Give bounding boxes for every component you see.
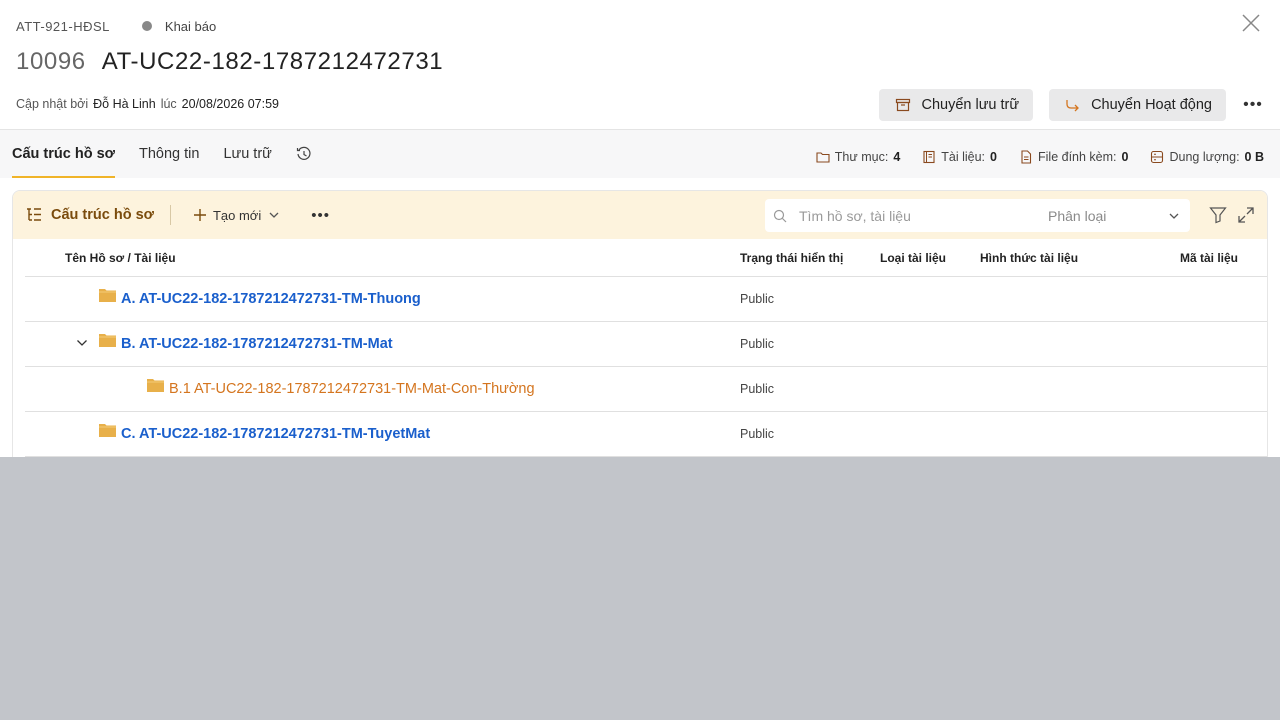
activate-button-label: Chuyển Hoạt động bbox=[1091, 97, 1212, 113]
structure-toolbar: Cấu trúc hồ sơ Tạo mới ••• Phân loại bbox=[13, 191, 1267, 239]
archive-button[interactable]: Chuyển lưu trữ bbox=[879, 89, 1034, 121]
updated-by-label: Cập nhật bởi bbox=[16, 97, 89, 111]
structure-title: Cấu trúc hồ sơ bbox=[25, 206, 154, 224]
close-button[interactable] bbox=[1240, 12, 1262, 34]
update-meta: Cập nhật bởi Đỗ Hà Linh lúc 20/08/2026 0… bbox=[16, 97, 279, 111]
record-name: AT-UC22-182-1787212472731 bbox=[101, 48, 444, 75]
status-text: Khai báo bbox=[164, 18, 217, 34]
col-doc-form[interactable]: Hình thức tài liệu bbox=[980, 251, 1078, 265]
search-input[interactable] bbox=[799, 207, 1029, 224]
tree-list-icon bbox=[27, 208, 41, 221]
toolbar-right bbox=[1209, 206, 1255, 224]
row-status: Public bbox=[740, 427, 775, 441]
record-number: 10096 bbox=[16, 48, 86, 75]
tab-info[interactable]: Thông tin bbox=[139, 130, 199, 178]
archive-box-icon bbox=[896, 98, 911, 112]
row-status: Public bbox=[740, 292, 775, 306]
record-code: ATT-921-HĐSL bbox=[16, 18, 110, 34]
redirect-arrow-icon bbox=[1066, 100, 1079, 112]
col-name[interactable]: Tên Hồ sơ / Tài liệu bbox=[65, 251, 176, 265]
classify-label: Phân loại bbox=[1048, 207, 1107, 224]
chevron-down-icon bbox=[269, 212, 279, 218]
search-box: Phân loại bbox=[765, 199, 1190, 232]
stat-folders-value: 4 bbox=[893, 150, 901, 164]
tab-list: Cấu trúc hồ sơ Thông tin Lưu trữ bbox=[12, 130, 312, 178]
folder-icon bbox=[99, 424, 116, 437]
stat-attachments-label: File đính kèm: bbox=[1038, 150, 1117, 164]
row-name[interactable]: A. AT-UC22-182-1787212472731-TM-Thuong bbox=[99, 277, 421, 321]
search-icon bbox=[773, 209, 787, 222]
stat-capacity: Dung lượng: 0 B bbox=[1150, 150, 1264, 164]
stat-capacity-label: Dung lượng: bbox=[1169, 150, 1240, 164]
col-doc-code[interactable]: Mã tài liệu bbox=[1180, 251, 1238, 265]
status-badge: Khai báo bbox=[141, 18, 217, 34]
col-doc-type[interactable]: Loại tài liệu bbox=[880, 251, 946, 265]
more-actions-button[interactable]: ••• bbox=[1242, 94, 1264, 116]
row-name-text: B.1 AT-UC22-182-1787212472731-TM-Mat-Con… bbox=[169, 381, 535, 397]
stat-folders: Thư mục: 4 bbox=[816, 150, 900, 164]
header-top: ATT-921-HĐSL Khai báo bbox=[16, 17, 216, 35]
folder-icon bbox=[99, 334, 116, 347]
tab-archive[interactable]: Lưu trữ bbox=[223, 130, 271, 178]
row-name[interactable]: B.1 AT-UC22-182-1787212472731-TM-Mat-Con… bbox=[147, 367, 535, 411]
table-row[interactable]: B.1 AT-UC22-182-1787212472731-TM-Mat-Con… bbox=[25, 367, 1267, 412]
record-panel: ATT-921-HĐSL Khai báo 10096 AT-UC22-182-… bbox=[0, 0, 1280, 457]
structure-title-text: Cấu trúc hồ sơ bbox=[51, 207, 154, 223]
close-icon bbox=[1242, 14, 1260, 32]
stat-documents-label: Tài liệu: bbox=[941, 150, 986, 164]
book-icon bbox=[923, 150, 935, 164]
row-name-text: C. AT-UC22-182-1787212472731-TM-TuyetMat bbox=[121, 426, 431, 442]
record-stats: Thư mục: 4 Tài liệu: 0 File đính kèm: 0 Dun… bbox=[816, 150, 1264, 164]
toolbar-more-button[interactable]: ••• bbox=[311, 207, 330, 224]
stat-attachments-value: 0 bbox=[1121, 150, 1129, 164]
ellipsis-icon: ••• bbox=[311, 206, 330, 224]
history-button[interactable] bbox=[296, 130, 312, 178]
row-name-text: A. AT-UC22-182-1787212472731-TM-Thuong bbox=[121, 291, 421, 307]
at-label: lúc bbox=[160, 97, 177, 111]
stat-documents-value: 0 bbox=[990, 150, 997, 164]
col-status[interactable]: Trạng thái hiển thị bbox=[740, 251, 843, 265]
stat-attachments: File đính kèm: 0 bbox=[1019, 150, 1128, 164]
file-icon bbox=[1021, 150, 1032, 164]
folder-icon bbox=[99, 289, 116, 302]
create-new-button[interactable]: Tạo mới bbox=[193, 208, 281, 223]
folder-outline-icon bbox=[816, 152, 830, 163]
create-new-label: Tạo mới bbox=[212, 207, 262, 223]
row-status: Public bbox=[740, 337, 775, 351]
stat-documents: Tài liệu: 0 bbox=[922, 150, 997, 164]
row-name[interactable]: C. AT-UC22-182-1787212472731-TM-TuyetMat bbox=[99, 412, 430, 456]
archive-button-label: Chuyển lưu trữ bbox=[921, 97, 1020, 113]
ellipsis-icon: ••• bbox=[1243, 96, 1263, 113]
plus-icon bbox=[193, 209, 206, 221]
updated-at: 20/08/2026 07:59 bbox=[181, 97, 279, 111]
stat-folders-label: Thư mục: bbox=[834, 150, 889, 164]
page-title: 10096 AT-UC22-182-1787212472731 bbox=[16, 48, 443, 76]
activate-button[interactable]: Chuyển Hoạt động bbox=[1049, 89, 1226, 121]
table-row[interactable]: A. AT-UC22-182-1787212472731-TM-Thuong P… bbox=[25, 277, 1267, 322]
updated-by-user: Đỗ Hà Linh bbox=[93, 97, 156, 111]
toolbar-divider bbox=[169, 205, 171, 225]
classify-select[interactable]: Phân loại bbox=[1047, 199, 1190, 232]
storage-icon bbox=[1151, 150, 1164, 164]
expand-icon[interactable] bbox=[1237, 206, 1255, 224]
filter-icon[interactable] bbox=[1209, 206, 1227, 224]
stat-capacity-value: 0 B bbox=[1244, 150, 1264, 164]
row-name[interactable]: B. AT-UC22-182-1787212472731-TM-Mat bbox=[99, 322, 393, 366]
folder-icon bbox=[147, 379, 164, 392]
status-dot-icon bbox=[141, 21, 152, 31]
history-icon bbox=[296, 146, 311, 160]
table-row[interactable]: B. AT-UC22-182-1787212472731-TM-Mat Publ… bbox=[25, 322, 1267, 367]
tabs-bar: Cấu trúc hồ sơ Thông tin Lưu trữ Thư mục… bbox=[0, 130, 1280, 178]
chevron-down-icon[interactable] bbox=[76, 337, 88, 349]
row-status: Public bbox=[740, 382, 775, 396]
tab-structure[interactable]: Cấu trúc hồ sơ bbox=[12, 130, 115, 178]
header-actions: Chuyển lưu trữ Chuyển Hoạt động ••• bbox=[879, 89, 1264, 121]
table-row[interactable]: C. AT-UC22-182-1787212472731-TM-TuyetMat… bbox=[25, 412, 1267, 457]
chevron-down-icon bbox=[1169, 213, 1179, 219]
structure-card: Cấu trúc hồ sơ Tạo mới ••• Phân loại bbox=[12, 190, 1268, 457]
row-name-text: B. AT-UC22-182-1787212472731-TM-Mat bbox=[121, 336, 393, 352]
table-header: Tên Hồ sơ / Tài liệu Trạng thái hiển thị… bbox=[25, 239, 1267, 277]
